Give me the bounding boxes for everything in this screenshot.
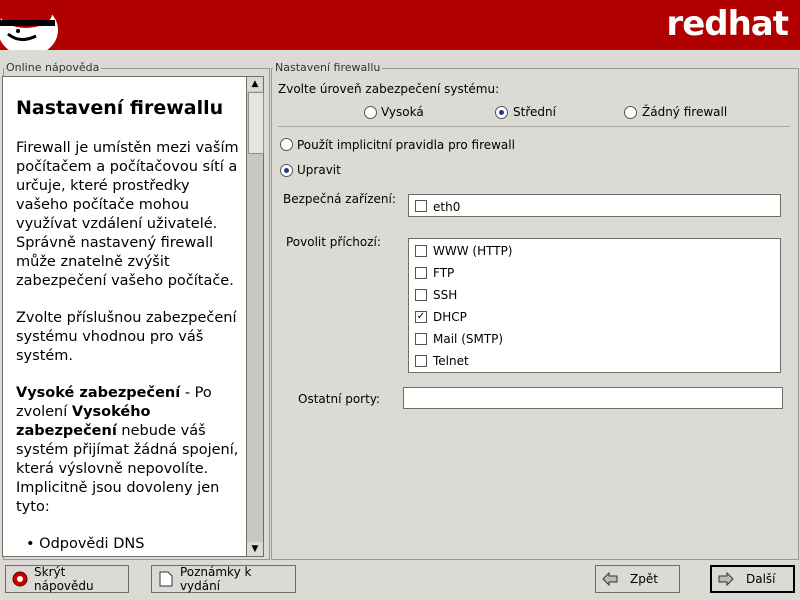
- radio-level-medium-label[interactable]: Střední: [513, 105, 556, 119]
- release-notes-label: Poznámky k vydání: [179, 565, 252, 593]
- radio-level-none-label[interactable]: Žádný firewall: [642, 105, 727, 119]
- lifebuoy-icon: [12, 571, 28, 587]
- hide-help-label: Skrýt nápovědu: [34, 565, 94, 593]
- document-icon: [158, 571, 174, 587]
- back-label: Zpět: [630, 572, 658, 586]
- checkbox-eth0[interactable]: [415, 200, 427, 212]
- checkbox-telnet-label[interactable]: Telnet: [433, 354, 469, 368]
- checkbox-dhcp[interactable]: ✓: [415, 311, 427, 323]
- allow-incoming-list[interactable]: WWW (HTTP) FTP SSH ✓ DHCP Mail (SMTP) Te…: [408, 238, 781, 373]
- allow-incoming-label: Povolit příchozí:: [286, 235, 381, 249]
- scroll-thumb[interactable]: [248, 92, 264, 154]
- checkbox-ftp[interactable]: [415, 267, 427, 279]
- hide-help-button[interactable]: Skrýt nápovědu: [5, 565, 129, 593]
- next-label: Další: [746, 572, 776, 586]
- radio-default-rules[interactable]: [280, 138, 293, 151]
- other-ports-input[interactable]: [403, 387, 783, 409]
- checkbox-www[interactable]: [415, 245, 427, 257]
- checkbox-ftp-label[interactable]: FTP: [433, 266, 454, 280]
- next-button[interactable]: Další: [710, 565, 795, 593]
- trusted-devices-label: Bezpečná zařízení:: [283, 192, 396, 206]
- radio-level-high[interactable]: [364, 106, 377, 119]
- brand-wordmark: redhat: [666, 4, 789, 44]
- help-paragraph: Firewall je umístěn mezi vaším počítačem…: [16, 140, 239, 289]
- radio-customize[interactable]: [280, 164, 293, 177]
- back-button[interactable]: Zpět: [595, 565, 680, 593]
- help-bullet: • Odpovědi DNS: [26, 536, 145, 552]
- radio-default-rules-label[interactable]: Použít implicitní pravidla pro firewall: [297, 138, 515, 152]
- checkbox-dhcp-label[interactable]: DHCP: [433, 310, 467, 324]
- firewall-frame-label: Nastavení firewallu: [273, 61, 383, 74]
- radio-level-high-label[interactable]: Vysoká: [381, 105, 424, 119]
- other-ports-label: Ostatní porty:: [298, 392, 381, 406]
- radio-level-none[interactable]: [624, 106, 637, 119]
- checkbox-www-label[interactable]: WWW (HTTP): [433, 244, 512, 258]
- radio-level-medium[interactable]: [495, 106, 508, 119]
- help-paragraph: Zvolte příslušnou zabezpečení systému vh…: [16, 310, 237, 364]
- radio-customize-label[interactable]: Upravit: [297, 163, 341, 177]
- arrow-right-icon: [718, 571, 734, 587]
- help-viewer: Nastavení firewallu Firewall je umístěn …: [2, 76, 247, 557]
- arrow-left-icon: [602, 571, 618, 587]
- shadowman-logo-icon: [0, 0, 58, 50]
- trusted-devices-list[interactable]: eth0: [408, 194, 781, 217]
- scroll-down-icon[interactable]: ▼: [247, 542, 263, 556]
- checkbox-mail[interactable]: [415, 333, 427, 345]
- checkbox-telnet[interactable]: [415, 355, 427, 367]
- help-paragraph: Vysoké zabezpečení - Po zvolení Vysokého…: [16, 384, 241, 517]
- security-level-prompt: Zvolte úroveň zabezpečení systému:: [278, 82, 500, 96]
- checkbox-ssh[interactable]: [415, 289, 427, 301]
- help-title: Nastavení firewallu: [16, 97, 224, 119]
- scroll-up-icon[interactable]: ▲: [247, 77, 263, 91]
- checkbox-eth0-label[interactable]: eth0: [433, 200, 460, 214]
- help-scrollbar[interactable]: ▲ ▼: [246, 76, 264, 557]
- checkbox-ssh-label[interactable]: SSH: [433, 288, 457, 302]
- help-bold: Vysoké zabezpečení: [16, 385, 181, 401]
- release-notes-button[interactable]: Poznámky k vydání: [151, 565, 296, 593]
- header-banner: redhat: [0, 0, 800, 50]
- help-frame-label: Online nápověda: [4, 61, 102, 74]
- separator: [278, 126, 790, 127]
- checkbox-mail-label[interactable]: Mail (SMTP): [433, 332, 503, 346]
- help-body: Firewall je umístěn mezi vaším počítačem…: [16, 139, 241, 554]
